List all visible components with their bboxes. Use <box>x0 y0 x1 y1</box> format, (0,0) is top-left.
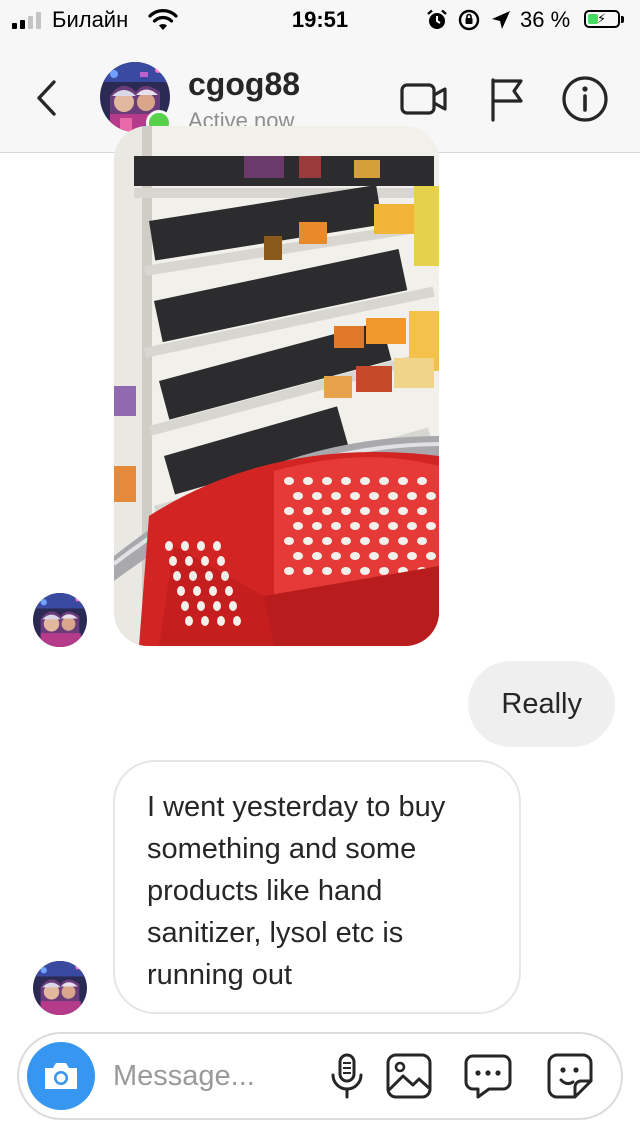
camera-icon <box>45 1063 77 1089</box>
battery-icon: ⚡ <box>584 10 620 28</box>
flag-icon <box>491 78 523 122</box>
location-arrow-icon <box>492 11 510 29</box>
camera-button[interactable] <box>27 1042 95 1110</box>
video-camera-icon <box>400 83 447 115</box>
gallery-icon <box>386 1053 432 1099</box>
message-options-button[interactable] <box>460 1048 516 1104</box>
profile-picture <box>33 593 87 647</box>
status-bar: Билайн 19:51 36 % ⚡ <box>0 0 640 40</box>
orientation-lock-icon <box>458 9 480 31</box>
info-button[interactable] <box>560 74 610 124</box>
video-call-button[interactable] <box>399 74 449 124</box>
microphone-icon <box>331 1053 363 1099</box>
alarm-icon <box>427 9 447 29</box>
report-button[interactable] <box>481 74 531 124</box>
message-input[interactable] <box>113 1054 293 1098</box>
info-icon <box>562 76 608 122</box>
received-message-bubble[interactable]: I went yesterday to buy something and so… <box>113 760 521 1014</box>
back-chevron-icon[interactable] <box>30 78 64 118</box>
avatar[interactable] <box>33 961 87 1015</box>
sent-message-bubble[interactable]: Really <box>468 661 615 747</box>
profile-picture <box>33 961 87 1015</box>
message-composer <box>17 1032 623 1120</box>
avatar[interactable] <box>33 593 87 647</box>
chat-username[interactable]: cgog88 <box>188 66 300 103</box>
shared-photo <box>114 126 439 646</box>
battery-cap <box>621 16 624 23</box>
photo-message[interactable] <box>114 126 439 646</box>
sticker-button[interactable] <box>542 1048 598 1104</box>
chat-bubble-dots-icon <box>464 1054 512 1099</box>
sticker-icon <box>547 1053 593 1099</box>
voice-message-button[interactable] <box>319 1048 375 1104</box>
battery-percent: 36 % <box>520 7 571 32</box>
gallery-button[interactable] <box>381 1048 437 1104</box>
